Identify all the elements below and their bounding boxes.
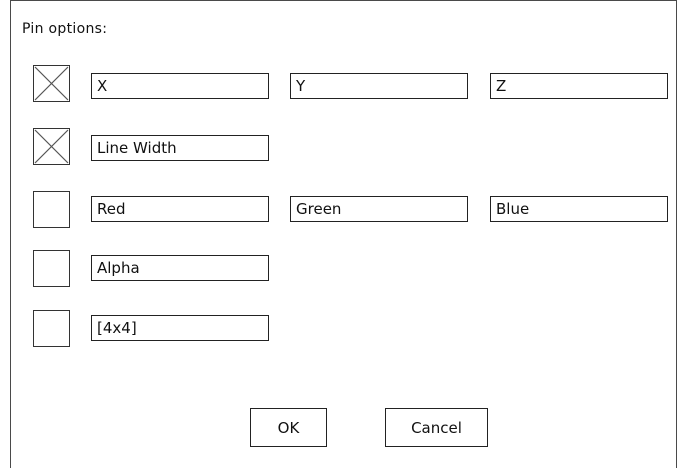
field-matrix[interactable]: [91, 315, 269, 341]
field-alpha[interactable]: [91, 255, 269, 281]
dialog-title: Pin options:: [22, 21, 108, 37]
field-red[interactable]: [91, 196, 269, 222]
cancel-button[interactable]: Cancel: [385, 408, 488, 447]
checkbox-xyz[interactable]: [33, 65, 70, 102]
field-y[interactable]: [290, 73, 468, 99]
ok-button[interactable]: OK: [250, 408, 327, 447]
field-line-width[interactable]: [91, 135, 269, 161]
field-green[interactable]: [290, 196, 468, 222]
field-z[interactable]: [490, 73, 668, 99]
checkbox-matrix[interactable]: [33, 310, 70, 347]
pin-options-dialog: Pin options: OK Cancel: [10, 0, 677, 468]
checkbox-line-width[interactable]: [33, 128, 70, 165]
checkbox-alpha[interactable]: [33, 250, 70, 287]
field-blue[interactable]: [490, 196, 668, 222]
field-x[interactable]: [91, 73, 269, 99]
check-cross-icon: [34, 66, 69, 101]
checkbox-rgb[interactable]: [33, 191, 70, 228]
check-cross-icon: [34, 129, 69, 164]
